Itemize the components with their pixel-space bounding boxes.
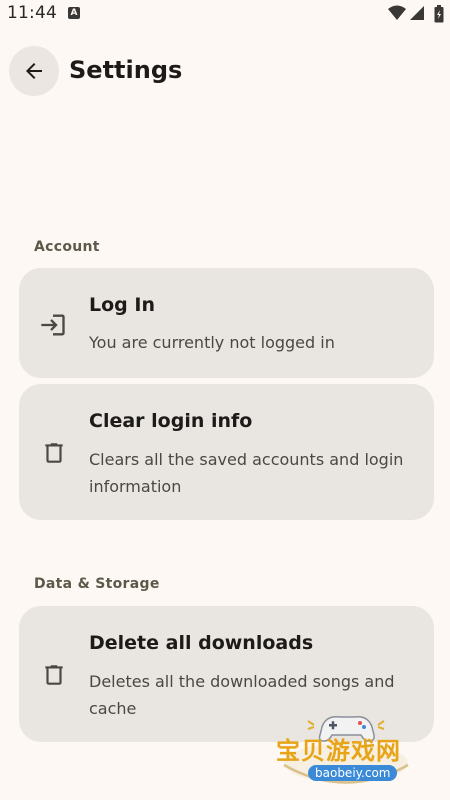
- login-icon: [41, 314, 65, 336]
- a-badge-icon: A: [68, 7, 80, 19]
- watermark-title: 宝贝游戏网: [276, 737, 401, 765]
- battery-icon: [434, 5, 444, 23]
- back-button[interactable]: [9, 46, 59, 96]
- delete-downloads-title: Delete all downloads: [89, 632, 314, 654]
- clear-login-card[interactable]: Clear login info Clears all the saved ac…: [19, 384, 434, 520]
- arrow-back-icon: [26, 63, 42, 79]
- clear-login-title: Clear login info: [89, 410, 253, 432]
- login-subtitle: You are currently not logged in: [89, 333, 335, 352]
- status-time: 11:44: [7, 3, 57, 23]
- login-card[interactable]: Log In You are currently not logged in: [19, 268, 434, 378]
- page-title: Settings: [69, 56, 183, 84]
- section-label-account: Account: [34, 239, 100, 255]
- watermark: 宝贝游戏网 baobeiy.com: [274, 705, 419, 790]
- wifi-icon: [388, 5, 406, 20]
- login-title: Log In: [89, 294, 155, 316]
- trash-icon: [45, 443, 63, 463]
- clear-login-subtitle: Clears all the saved accounts and login …: [89, 450, 404, 496]
- status-bar: 11:44 A: [0, 0, 450, 30]
- signal-icon: [410, 6, 424, 20]
- section-label-data-storage: Data & Storage: [34, 576, 160, 592]
- trash-icon: [45, 665, 63, 685]
- watermark-url: baobeiy.com: [308, 765, 398, 781]
